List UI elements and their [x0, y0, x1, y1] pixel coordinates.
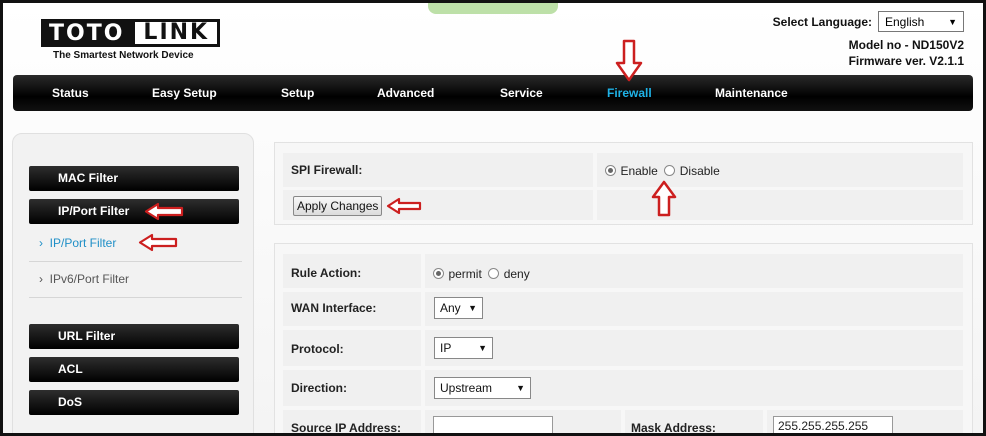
- spi-firewall-panel: SPI Firewall: Enable Disable Apply Chang…: [274, 142, 973, 225]
- mask-label-cell: Mask Address:: [625, 410, 763, 435]
- deny-radio[interactable]: [488, 268, 500, 279]
- sidebar-dos-button[interactable]: DoS: [29, 390, 239, 415]
- permit-radio[interactable]: [433, 268, 444, 279]
- direction-value-cell: Upstream ▼: [425, 370, 963, 406]
- down-arrow-icon: [615, 39, 643, 82]
- protocol-label: Protocol:: [291, 342, 344, 356]
- sidebar-sub-ip-port-filter[interactable]: › IP/Port Filter: [39, 236, 116, 250]
- spi-radio-group: Enable Disable: [605, 162, 720, 180]
- nav-service[interactable]: Service: [500, 75, 543, 111]
- direction-label-cell: Direction:: [283, 370, 421, 406]
- spi-label-cell: SPI Firewall:: [283, 153, 593, 187]
- up-arrow-icon: [651, 180, 677, 217]
- sidebar-divider: [29, 261, 242, 262]
- direction-select[interactable]: Upstream ▼: [434, 377, 531, 399]
- source-ip-input[interactable]: [433, 416, 553, 433]
- spi-enable-label: Enable: [620, 164, 658, 178]
- spi-disable-label: Disable: [679, 164, 720, 178]
- rule-action-label-cell: Rule Action:: [283, 254, 421, 288]
- protocol-value-cell: IP ▼: [425, 330, 963, 366]
- firmware-version: Firmware ver. V2.1.1: [848, 54, 964, 68]
- mask-address-label: Mask Address:: [631, 421, 716, 435]
- wan-interface-value: Any: [440, 301, 461, 315]
- protocol-label-cell: Protocol:: [283, 330, 421, 366]
- deny-label: deny: [503, 267, 530, 281]
- direction-value: Upstream: [440, 381, 493, 395]
- language-label: Select Language:: [772, 14, 872, 29]
- source-ip-label: Source IP Address:: [291, 421, 402, 435]
- bullet-icon: ›: [39, 272, 43, 286]
- language-value: English: [885, 14, 925, 29]
- router-admin-page: TOTO LINK The Smartest Network Device Se…: [0, 0, 986, 436]
- language-select[interactable]: English ▼: [878, 11, 964, 32]
- spi-firewall-label: SPI Firewall:: [291, 163, 363, 177]
- sidebar: MAC Filter IP/Port Filter › IP/Port Filt…: [12, 133, 254, 433]
- permit-label: permit: [448, 267, 482, 281]
- model-number: Model no - ND150V2: [848, 38, 964, 52]
- logo-link-text: LINK: [132, 19, 221, 47]
- bullet-icon: ›: [39, 236, 43, 250]
- main-nav: Status Easy Setup Setup Advanced Service…: [13, 75, 973, 111]
- sidebar-sub-ipv6-port-filter[interactable]: › IPv6/Port Filter: [39, 272, 129, 286]
- left-arrow-icon: [138, 233, 178, 252]
- left-arrow-icon: [144, 202, 184, 221]
- spi-disable-radio[interactable]: [664, 165, 676, 176]
- sidebar-ip-port-filter-button[interactable]: IP/Port Filter: [29, 199, 239, 224]
- filter-rule-panel: Rule Action: permit deny WAN Interface: …: [274, 243, 973, 435]
- sidebar-divider: [29, 297, 242, 298]
- source-ip-label-cell: Source IP Address:: [283, 410, 421, 435]
- nav-status[interactable]: Status: [52, 75, 89, 111]
- device-info: Model no - ND150V2 Firmware ver. V2.1.1: [849, 37, 964, 69]
- language-selector: Select Language: English ▼: [773, 11, 964, 32]
- nav-maintenance[interactable]: Maintenance: [715, 75, 788, 111]
- chevron-down-icon: ▼: [516, 383, 525, 393]
- top-green-tab: [428, 3, 558, 14]
- sidebar-url-filter-button[interactable]: URL Filter: [29, 324, 239, 349]
- spi-enable-radio[interactable]: [605, 165, 616, 176]
- rule-action-label: Rule Action:: [291, 266, 362, 280]
- source-ip-value-cell: [425, 410, 621, 433]
- direction-label: Direction:: [291, 381, 348, 395]
- sidebar-sub-label: IP/Port Filter: [49, 236, 117, 250]
- wan-interface-label: WAN Interface:: [291, 301, 377, 315]
- nav-advanced[interactable]: Advanced: [377, 75, 434, 111]
- chevron-down-icon: ▼: [478, 343, 487, 353]
- left-arrow-icon: [386, 197, 422, 215]
- totolink-logo: TOTO LINK The Smartest Network Device: [41, 19, 221, 61]
- sidebar-sub-label: IPv6/Port Filter: [49, 272, 130, 286]
- rule-action-radio-group: permit deny: [433, 265, 530, 283]
- mask-value-cell: 255.255.255.255: [767, 410, 963, 433]
- mask-address-input[interactable]: 255.255.255.255: [773, 416, 893, 433]
- sidebar-acl-button[interactable]: ACL: [29, 357, 239, 382]
- chevron-down-icon: ▼: [948, 16, 957, 27]
- protocol-value: IP: [440, 341, 452, 355]
- apply-cell: Apply Changes: [283, 190, 593, 220]
- logo-tagline: The Smartest Network Device: [53, 50, 194, 61]
- rule-action-value-cell: permit deny: [425, 254, 963, 288]
- wan-value-cell: Any ▼: [425, 292, 963, 326]
- sidebar-mac-filter-button[interactable]: MAC Filter: [29, 166, 239, 191]
- apply-changes-button[interactable]: Apply Changes: [293, 196, 383, 216]
- wan-label-cell: WAN Interface:: [283, 292, 421, 326]
- chevron-down-icon: ▼: [468, 303, 477, 313]
- wan-interface-select[interactable]: Any ▼: [434, 297, 483, 319]
- nav-easy-setup[interactable]: Easy Setup: [152, 75, 217, 111]
- logo-toto-text: TOTO: [41, 19, 133, 47]
- protocol-select[interactable]: IP ▼: [434, 337, 493, 359]
- nav-setup[interactable]: Setup: [281, 75, 314, 111]
